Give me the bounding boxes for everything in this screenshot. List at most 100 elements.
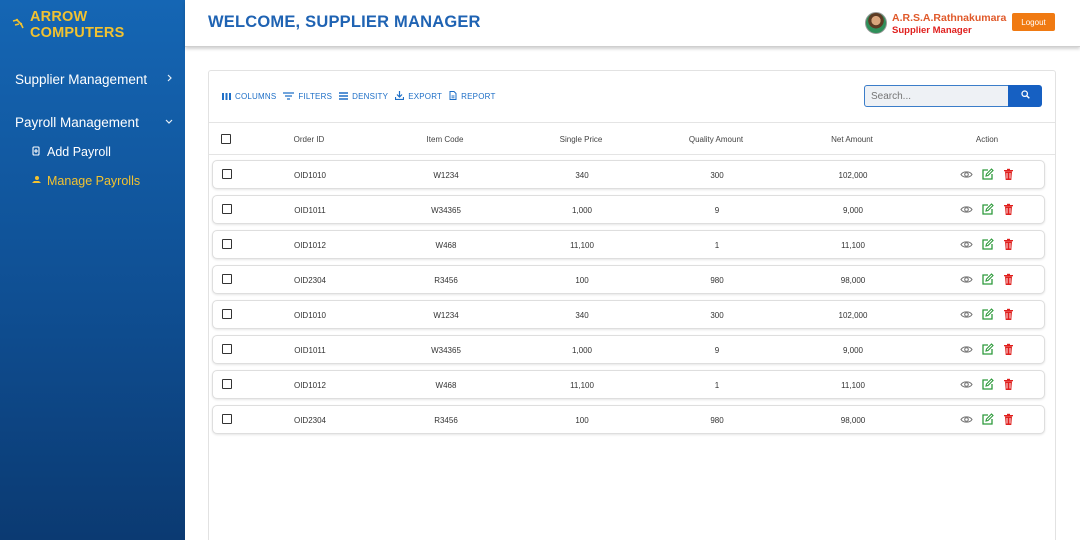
column-header-single-price[interactable]: Single Price [526, 123, 636, 156]
cell-net-amount: 9,000 [842, 346, 864, 355]
logout-button[interactable]: Logout [1012, 13, 1055, 31]
view-icon[interactable] [960, 378, 973, 391]
columns-label: COLUMNS [235, 92, 277, 101]
column-header-action: Action [975, 135, 999, 144]
cell-net-amount: 11,100 [841, 381, 865, 390]
view-icon[interactable] [960, 273, 973, 286]
row-checkbox[interactable] [222, 379, 232, 389]
cell-item-code: W1234 [433, 311, 459, 320]
delete-icon[interactable] [1002, 413, 1015, 426]
filters-label: FILTERS [298, 92, 333, 101]
sidebar-item-label: Supplier Management [15, 71, 148, 87]
sidebar-item-payroll-management[interactable]: Payroll Management [0, 111, 185, 133]
table-row[interactable]: OID1012 W468 11,100 1 11,100 [212, 370, 1045, 399]
report-icon [449, 91, 457, 102]
top-header: WELCOME, SUPPLIER MANAGER A.R.S.A.Rathna… [185, 0, 1080, 47]
table-row[interactable]: OID1010 W1234 340 300 102,000 [212, 160, 1045, 189]
export-label: EXPORT [408, 92, 443, 101]
cell-quality-amount: 300 [710, 311, 724, 320]
delete-icon[interactable] [1002, 203, 1015, 216]
sidebar-subitem-add-payroll[interactable]: Add Payroll [0, 143, 185, 161]
cell-single-price: 11,100 [570, 241, 594, 250]
edit-icon[interactable] [981, 343, 994, 356]
cell-order-id: OID1010 [293, 171, 327, 180]
columns-button[interactable]: COLUMNS [222, 92, 276, 102]
delete-icon[interactable] [1002, 378, 1015, 391]
search-icon [1020, 90, 1030, 102]
avatar[interactable] [865, 12, 887, 34]
cell-single-price: 1,000 [571, 346, 593, 355]
row-checkbox[interactable] [222, 309, 232, 319]
chevron-down-icon [165, 117, 173, 128]
row-checkbox[interactable] [222, 344, 232, 354]
cell-item-code: W468 [435, 381, 457, 390]
cell-net-amount: 102,000 [838, 311, 868, 320]
density-button[interactable]: DENSITY [339, 91, 388, 102]
select-all-checkbox[interactable] [221, 134, 231, 144]
edit-icon[interactable] [981, 273, 994, 286]
search-button[interactable] [1008, 85, 1042, 107]
row-checkbox[interactable] [222, 204, 232, 214]
edit-icon[interactable] [981, 238, 994, 251]
table-row[interactable]: OID1011 W34365 1,000 9 9,000 [212, 335, 1045, 364]
columns-icon [222, 92, 231, 102]
row-checkbox[interactable] [222, 169, 232, 179]
cell-item-code: R3456 [434, 416, 458, 425]
sidebar: ARROW COMPUTERS Supplier Management Payr… [0, 0, 185, 540]
delete-icon[interactable] [1002, 343, 1015, 356]
payroll-table-card: COLUMNS FILTERS DENSITY EXPORT REPORT Se… [208, 70, 1056, 540]
table-row[interactable]: OID2304 R3456 100 980 98,000 [212, 265, 1045, 294]
sidebar-subitem-label: Manage Payrolls [47, 174, 141, 188]
delete-icon[interactable] [1002, 308, 1015, 321]
table-row[interactable]: OID1010 W1234 340 300 102,000 [212, 300, 1045, 329]
page-title: WELCOME, SUPPLIER MANAGER [208, 13, 481, 31]
add-payroll-icon [31, 145, 46, 159]
view-icon[interactable] [960, 168, 973, 181]
row-checkbox[interactable] [222, 414, 232, 424]
column-header-item-code[interactable]: Item Code [390, 123, 500, 156]
view-icon[interactable] [960, 413, 973, 426]
cell-single-price: 340 [575, 171, 589, 180]
sidebar-subitem-label: Add Payroll [47, 145, 111, 159]
cell-item-code: W34365 [431, 346, 461, 355]
row-checkbox[interactable] [222, 274, 232, 284]
delete-icon[interactable] [1002, 238, 1015, 251]
export-button[interactable]: EXPORT [395, 91, 442, 102]
edit-icon[interactable] [981, 378, 994, 391]
report-label: REPORT [461, 92, 496, 101]
view-icon[interactable] [960, 238, 973, 251]
sidebar-item-supplier-management[interactable]: Supplier Management [0, 68, 185, 90]
view-icon[interactable] [960, 343, 973, 356]
filters-button[interactable]: FILTERS [283, 91, 333, 102]
cell-item-code: W1234 [433, 171, 459, 180]
delete-icon[interactable] [1002, 273, 1015, 286]
brand-name: ARROW COMPUTERS [30, 9, 125, 41]
row-checkbox[interactable] [222, 239, 232, 249]
brand[interactable]: ARROW COMPUTERS [0, 0, 185, 50]
column-header-net-amount[interactable]: Net Amount [797, 123, 907, 156]
table-row[interactable]: OID2304 R3456 100 980 98,000 [212, 405, 1045, 434]
cell-single-price: 1,000 [571, 206, 593, 215]
view-icon[interactable] [960, 203, 973, 216]
cell-item-code: R3456 [434, 276, 458, 285]
column-header-order-id[interactable]: Order ID [254, 123, 364, 156]
table-row[interactable]: OID1012 W468 11,100 1 11,100 [212, 230, 1045, 259]
search-input[interactable] [864, 85, 1009, 107]
cell-quality-amount: 1 [714, 381, 720, 390]
cell-order-id: OID2304 [293, 416, 327, 425]
edit-icon[interactable] [981, 308, 994, 321]
edit-icon[interactable] [981, 203, 994, 216]
edit-icon[interactable] [981, 168, 994, 181]
cell-order-id: OID2304 [293, 276, 327, 285]
table-body: OID1010 W1234 340 300 102,000 OID1011 W3… [212, 160, 1045, 440]
network-icon [12, 18, 24, 33]
report-button[interactable]: REPORT [449, 91, 495, 102]
sidebar-subitem-manage-payrolls[interactable]: Manage Payrolls [0, 172, 185, 190]
edit-icon[interactable] [981, 413, 994, 426]
delete-icon[interactable] [1002, 168, 1015, 181]
table-row[interactable]: OID1011 W34365 1,000 9 9,000 [212, 195, 1045, 224]
view-icon[interactable] [960, 308, 973, 321]
column-header-quality-amount[interactable]: Quality Amount [661, 123, 771, 156]
cell-net-amount: 98,000 [840, 416, 866, 425]
cell-single-price: 100 [575, 276, 589, 285]
